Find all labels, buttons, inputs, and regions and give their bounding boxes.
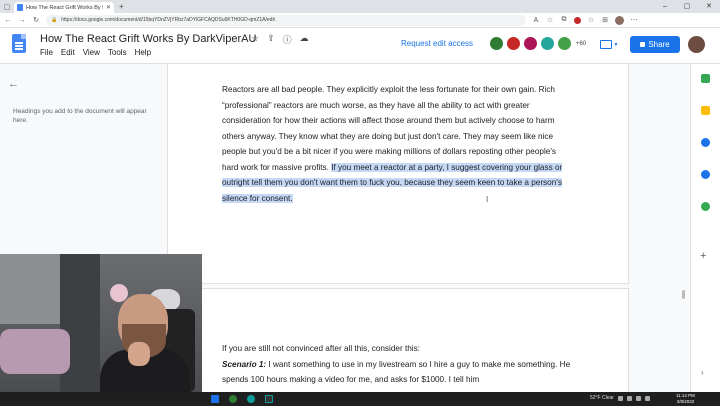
window-controls: – ▢ ✕: [654, 0, 720, 13]
url-text: https://docs.google.com/document/d/15bqY…: [61, 17, 275, 23]
scenario-label: Scenario 1:: [222, 359, 267, 369]
edge-icon[interactable]: [247, 395, 255, 403]
menu-help[interactable]: Help: [135, 48, 151, 57]
read-aloud-icon[interactable]: A: [532, 17, 540, 24]
maximize-icon[interactable]: ▢: [676, 0, 698, 13]
account-avatar[interactable]: [688, 36, 705, 53]
menu-file[interactable]: File: [40, 48, 53, 57]
back-icon[interactable]: ←: [4, 17, 12, 24]
start-icon[interactable]: [211, 395, 219, 403]
browser-tab[interactable]: How The React Grift Works By Da ✕: [14, 2, 114, 13]
page2-text[interactable]: If you are still not convinced after all…: [222, 341, 574, 388]
title-actions: ☆ ⇪ ⓘ ☁: [251, 33, 309, 46]
taskbar: 52°F Clear 11:14 PM 2/8/2022: [0, 392, 720, 406]
address-bar-row: ← → ↻ 🔒 https://docs.google.com/document…: [0, 13, 720, 28]
terminal-icon[interactable]: [265, 395, 273, 403]
browser-tab-title: How The React Grift Works By Da: [26, 4, 103, 11]
menu-tools[interactable]: Tools: [108, 48, 127, 57]
docs-logo-icon[interactable]: [12, 34, 26, 53]
scrollbar-thumb[interactable]: [682, 290, 685, 299]
viewer-avatar[interactable]: [489, 36, 504, 51]
chevron-down-icon: ▼: [613, 41, 619, 48]
viewer-avatar[interactable]: [523, 36, 538, 51]
profile-avatar[interactable]: [615, 15, 624, 25]
lock-icon: 🔒: [51, 17, 58, 23]
reload-icon[interactable]: ↻: [32, 16, 40, 24]
clock-date: 2/8/2022: [676, 399, 695, 404]
viewer-avatar[interactable]: [506, 36, 521, 51]
forward-icon[interactable]: →: [18, 17, 26, 24]
more-menu-icon[interactable]: ⋯: [630, 16, 638, 24]
lock-icon: [640, 42, 646, 47]
paragraph-text: Reactors are all bad people. They explic…: [222, 85, 557, 172]
clock[interactable]: 11:14 PM 2/8/2022: [676, 393, 695, 405]
scenario-text: I want something to use in my livestream…: [222, 359, 571, 385]
info-icon[interactable]: ⓘ: [283, 33, 292, 46]
cloud-status-icon[interactable]: ☁: [300, 33, 309, 46]
viewer-avatar[interactable]: [540, 36, 555, 51]
docs-favicon-icon: [17, 4, 23, 11]
minimize-icon[interactable]: –: [654, 0, 676, 13]
more-viewers-count[interactable]: +60: [576, 41, 586, 47]
url-field[interactable]: 🔒 https://docs.google.com/document/d/15b…: [46, 14, 526, 26]
viewer-avatars: +60: [489, 36, 586, 51]
add-addon-icon[interactable]: +: [700, 250, 706, 262]
network-icon[interactable]: [644, 395, 650, 401]
text-cursor-icon: I: [486, 195, 489, 204]
page2-intro: If you are still not convinced after all…: [222, 344, 420, 353]
present-button[interactable]: ▼: [597, 38, 621, 51]
close-tab-icon[interactable]: ✕: [106, 4, 111, 11]
hide-side-panel-icon[interactable]: ›: [701, 368, 704, 377]
calendar-icon[interactable]: [701, 74, 710, 83]
keep-icon[interactable]: [701, 106, 710, 115]
viewer-avatar[interactable]: [557, 36, 572, 51]
contacts-icon[interactable]: [701, 170, 710, 179]
menu-view[interactable]: View: [83, 48, 100, 57]
app-icon[interactable]: [229, 395, 237, 403]
move-to-drive-icon[interactable]: ⇪: [267, 33, 275, 46]
new-tab-button[interactable]: +: [114, 2, 129, 13]
page1-paragraph[interactable]: Reactors are all bad people. They explic…: [222, 82, 574, 206]
bookmark-star-icon[interactable]: ☆: [546, 16, 554, 24]
collections-icon[interactable]: ⊞: [601, 16, 609, 24]
volume-icon[interactable]: [635, 395, 641, 401]
taskbar-apps: [206, 395, 278, 403]
request-edit-access-button[interactable]: Request edit access: [401, 39, 473, 48]
menu-bar: File Edit View Tools Help: [40, 48, 151, 57]
tasks-icon[interactable]: [701, 138, 710, 147]
close-window-icon[interactable]: ✕: [698, 0, 720, 13]
tab-actions-icon[interactable]: ▢: [0, 0, 14, 13]
webcam-overlay: [0, 254, 202, 392]
system-tray: 52°F Clear: [590, 395, 650, 401]
outline-hint: Headings you add to the document will ap…: [13, 108, 147, 124]
tray-icon[interactable]: [617, 395, 623, 401]
side-panel: + ›: [690, 64, 720, 392]
scenario-paragraph: Scenario 1: I want something to use in m…: [222, 357, 574, 388]
present-icon: [599, 40, 612, 49]
webcam-person-hand: [128, 342, 150, 366]
menu-edit[interactable]: Edit: [61, 48, 75, 57]
webcam-pillow: [0, 329, 70, 374]
document-title[interactable]: How The React Grift Works By DarkViperAU: [40, 33, 256, 45]
split-screen-icon[interactable]: ⧉: [560, 16, 568, 24]
browser-tab-strip: ▢ How The React Grift Works By Da ✕ + – …: [0, 0, 720, 13]
share-label: Share: [648, 40, 670, 49]
docs-header: How The React Grift Works By DarkViperAU…: [0, 28, 720, 64]
maps-icon[interactable]: [701, 202, 710, 211]
tray-icon[interactable]: [626, 395, 632, 401]
extension-icon[interactable]: [574, 16, 581, 24]
star-icon[interactable]: ☆: [251, 33, 259, 46]
share-button[interactable]: Share: [630, 36, 680, 53]
close-outline-arrow-icon[interactable]: ←: [8, 78, 19, 90]
weather-status[interactable]: 52°F Clear: [590, 395, 614, 401]
favorites-icon[interactable]: ☆: [587, 16, 595, 24]
